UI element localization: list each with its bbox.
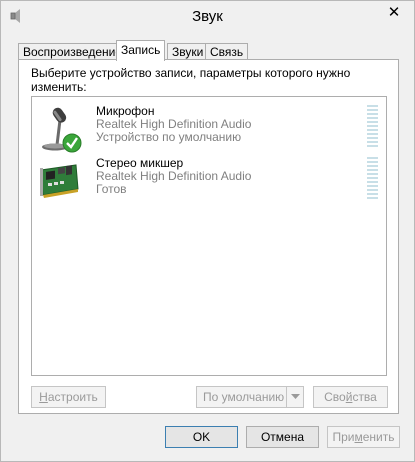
device-text: Стерео микшер Realtek High Definition Au… [96,157,251,196]
instruction-text: Выберите устройство записи, параметры ко… [31,66,351,94]
tab-recording[interactable]: Запись [116,40,166,61]
device-status: Готов [96,182,127,196]
close-button[interactable]: ✕ [380,2,408,22]
properties-label-start: Сво [324,390,346,404]
dialog-window: Звук ✕ Воспроизведение Запись Звуки Связ… [0,0,415,462]
apply-accel: м [354,430,363,444]
configure-label: астроить [47,390,98,404]
device-item-microphone[interactable]: Микрофон Realtek High Definition Audio У… [32,105,386,155]
apply-label-start: При [332,430,355,444]
set-default-dropdown[interactable] [286,387,303,407]
cancel-button[interactable]: Отмена [246,426,319,448]
apply-label-end: енить [362,430,395,444]
properties-accel: й [345,390,353,404]
level-meter [367,105,378,149]
device-text: Микрофон Realtek High Definition Audio У… [96,105,251,144]
configure-button[interactable]: Настроить [31,386,106,408]
configure-accel: Н [39,390,48,404]
ok-button[interactable]: OK [165,426,238,448]
default-check-icon [62,133,82,153]
device-status: Устройство по умолчанию [96,130,242,144]
apply-button[interactable]: При м енить [327,426,400,448]
microphone-icon [42,107,82,153]
properties-label-end: ства [352,390,377,404]
recording-panel: Выберите устройство записи, параметры ко… [18,59,399,414]
device-item-stereo-mix[interactable]: Стерео микшер Realtek High Definition Au… [32,157,386,207]
set-default-button[interactable]: По умолчанию [196,386,304,408]
set-default-label: По умолчанию [203,390,285,404]
window-title: Звук [192,8,223,25]
level-meter [367,157,378,201]
close-icon: ✕ [387,4,401,21]
chevron-down-icon [290,394,300,399]
sound-card-icon [40,164,79,198]
title-bar[interactable]: Звук ✕ [1,1,414,34]
device-list[interactable]: Микрофон Realtek High Definition Audio У… [31,96,387,376]
properties-button[interactable]: Сво й ства [313,386,388,408]
